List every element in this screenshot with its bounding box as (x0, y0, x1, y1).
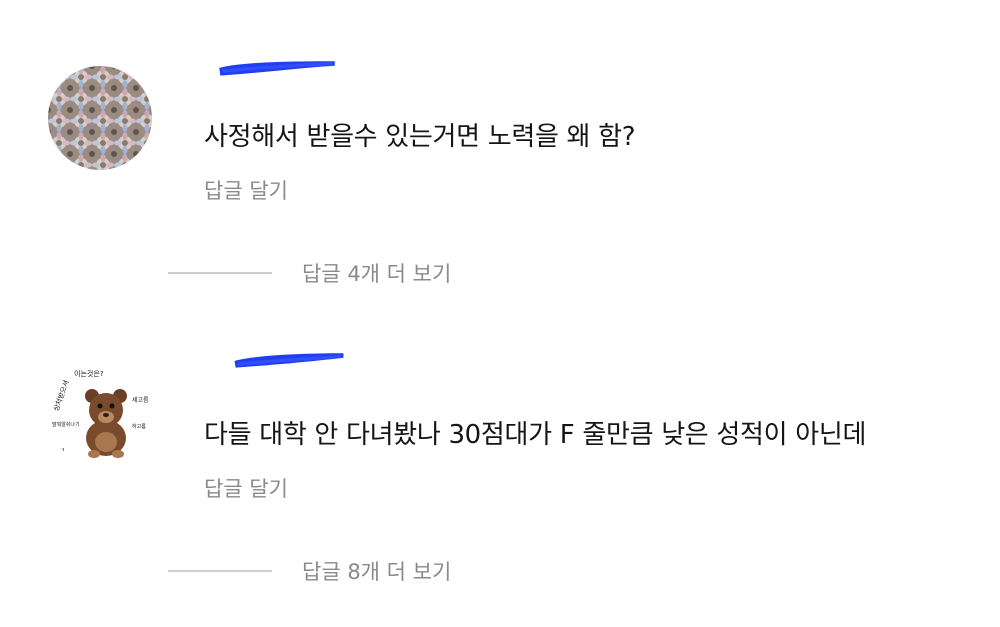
view-more-replies-label: 답글 4개 더 보기 (302, 262, 452, 286)
divider-line (168, 272, 272, 274)
view-more-replies-button[interactable]: 답글 4개 더 보기 (168, 258, 451, 288)
avatar-text-1: 이는것은? (74, 369, 104, 378)
avatar-text-6: 캐 (58, 448, 64, 456)
avatar-pattern[interactable] (48, 66, 152, 170)
reply-button[interactable]: 답글 달기 (204, 473, 288, 503)
reply-button[interactable]: 답글 달기 (204, 175, 288, 205)
redacted-username (219, 61, 335, 76)
comment-text: 사정해서 받을수 있는거면 노력을 왜 함? (204, 122, 636, 152)
avatar-bear[interactable]: 이는것은? 상처받으셔 세고름 말뭐알쉬나기 하고름 캐 (48, 362, 152, 466)
avatar-text-5: 하고름 (132, 423, 146, 430)
view-more-replies-label: 답글 8개 더 보기 (302, 560, 452, 584)
bear-avatar-image: 이는것은? 상처받으셔 세고름 말뭐알쉬나기 하고름 캐 (48, 362, 152, 466)
pattern-avatar-image (48, 66, 152, 170)
avatar-text-3: 세고름 (132, 396, 149, 404)
view-more-replies-button[interactable]: 답글 8개 더 보기 (168, 556, 451, 586)
divider-line (168, 570, 272, 572)
avatar-text-4: 말뭐알쉬나기 (52, 421, 80, 428)
redacted-username (234, 353, 344, 368)
comment-text: 다들 대학 안 다녀봤나 30점대가 F 줄만큼 낮은 성적이 아닌데 (204, 420, 867, 450)
